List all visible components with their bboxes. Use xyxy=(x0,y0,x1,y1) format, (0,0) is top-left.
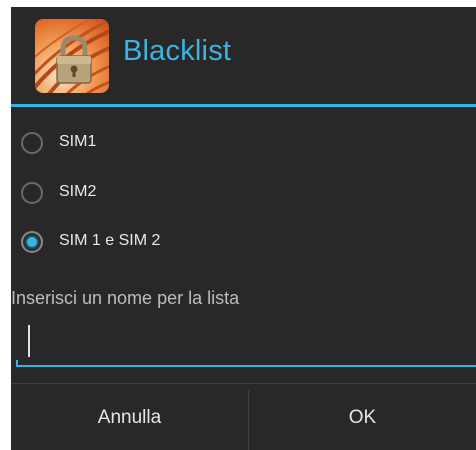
radio-option-sim1[interactable]: SIM1 xyxy=(11,122,476,168)
radio-button-checked[interactable] xyxy=(21,231,43,253)
input-underline-tick xyxy=(16,360,18,367)
radio-label-sim1: SIM1 xyxy=(59,133,97,150)
radio-selected-dot xyxy=(27,237,37,247)
radio-option-sim2[interactable]: SIM2 xyxy=(11,172,476,218)
cancel-button[interactable]: Annulla xyxy=(11,384,248,450)
radio-button-unchecked[interactable] xyxy=(21,182,43,204)
dialog-title: Blacklist xyxy=(123,35,232,67)
padlock-icon xyxy=(35,19,109,93)
dialog-button-bar: Annulla OK xyxy=(11,383,476,450)
text-cursor xyxy=(28,325,30,357)
radio-label-sim1-and-sim2: SIM 1 e SIM 2 xyxy=(59,232,161,249)
ok-button[interactable]: OK xyxy=(249,384,476,450)
radio-option-sim1-and-sim2[interactable]: SIM 1 e SIM 2 xyxy=(11,221,476,267)
list-name-input[interactable] xyxy=(16,319,476,367)
input-underline xyxy=(16,365,476,367)
title-divider xyxy=(11,104,476,107)
dialog-title-bar: Blacklist xyxy=(11,7,476,104)
radio-label-sim2: SIM2 xyxy=(59,183,97,200)
list-name-prompt: Inserisci un nome per la lista xyxy=(11,288,240,308)
radio-button-unchecked[interactable] xyxy=(21,132,43,154)
blacklist-dialog: Blacklist SIM1 SIM2 SIM 1 e SIM 2 Inseri… xyxy=(11,7,476,450)
